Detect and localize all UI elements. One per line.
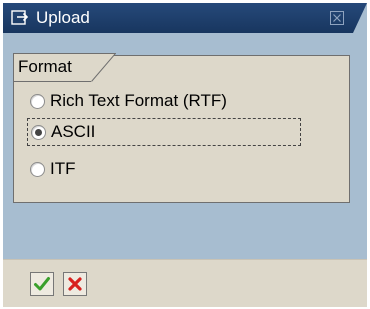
dialog-toolbar [3,259,367,307]
format-group-label: Format [18,57,72,76]
upload-icon [11,10,31,26]
radio-label-ascii: ASCII [51,122,96,141]
radio-button[interactable] [30,93,45,109]
radio-button-selected[interactable] [31,124,46,140]
title-bar[interactable]: Upload [3,3,367,33]
radio-option-itf[interactable]: ITF [30,157,76,181]
window-title: Upload [36,8,90,27]
red-x-icon [68,277,82,291]
confirm-button[interactable] [30,272,54,296]
radio-button[interactable] [30,161,45,177]
radio-label-rtf: Rich Text Format (RTF) [50,91,227,110]
radio-label-itf: ITF [50,159,76,178]
close-icon[interactable] [330,11,344,25]
green-check-icon [34,277,50,291]
radio-option-rtf[interactable]: Rich Text Format (RTF) [30,89,227,113]
cancel-button[interactable] [63,272,87,296]
radio-option-ascii[interactable]: ASCII [27,118,301,146]
radio-selected-dot [35,128,42,136]
